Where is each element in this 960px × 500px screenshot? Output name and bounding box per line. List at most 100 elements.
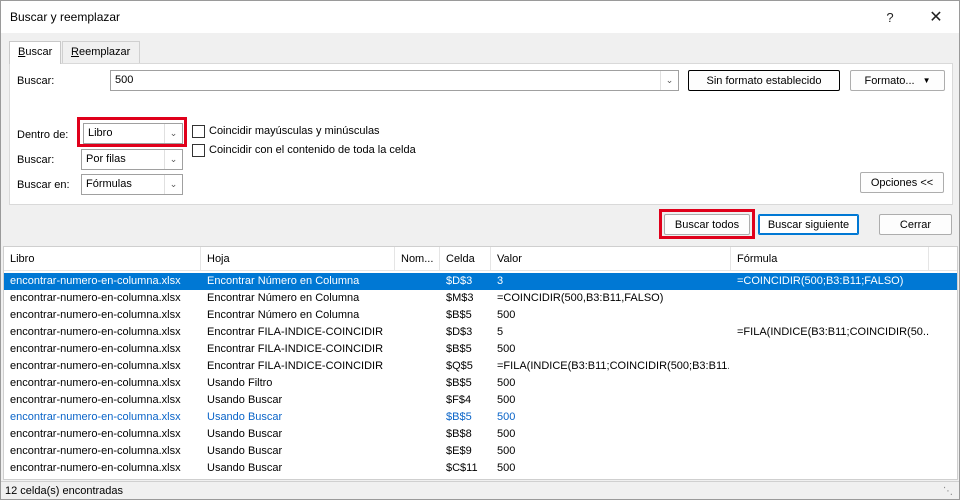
table-cell: 3 — [497, 275, 504, 287]
column-header-formula[interactable]: Fórmula — [731, 247, 929, 271]
search-order-value: Por filas — [86, 153, 126, 165]
table-cell: 500 — [497, 462, 516, 474]
close-window-button[interactable]: ✕ — [913, 1, 959, 33]
table-cell: $M$3 — [446, 292, 474, 304]
table-cell: encontrar-numero-en-columna.xlsx — [10, 462, 181, 474]
table-row[interactable]: encontrar-numero-en-columna.xlsx Usando F… — [4, 375, 957, 392]
search-order-label: Buscar: — [17, 154, 55, 166]
table-cell: 5 — [497, 326, 504, 338]
table-row[interactable]: encontrar-numero-en-columna.xlsx Encontra… — [4, 358, 957, 375]
search-order-select[interactable]: Por filas ⌄ — [81, 149, 183, 170]
table-cell: Encontrar FILA-INDICE-COINCIDIR — [207, 326, 384, 338]
table-cell: 500 — [497, 445, 516, 457]
column-header-nombre[interactable]: Nom... — [395, 247, 440, 271]
table-cell: Encontrar FILA-INDICE-COINCIDIR — [207, 343, 384, 355]
table-cell: encontrar-numero-en-columna.xlsx — [10, 377, 181, 389]
table-cell: encontrar-numero-en-columna.xlsx — [10, 326, 181, 338]
table-cell: encontrar-numero-en-columna.xlsx — [10, 343, 181, 355]
table-cell: =COINCIDIR(500,B3:B11,FALSO) — [497, 292, 664, 304]
table-cell: Usando Buscar — [207, 445, 283, 457]
close-button[interactable]: Cerrar — [879, 214, 952, 235]
table-row[interactable]: encontrar-numero-en-columna.xlsx Usando B… — [4, 409, 957, 426]
options-label: Opciones << — [870, 176, 934, 189]
column-header-hoja[interactable]: Hoja — [201, 247, 395, 271]
highlight-find-all — [659, 209, 755, 239]
format-label: Formato... — [864, 74, 915, 87]
table-cell: $Q$5 — [446, 360, 473, 372]
table-cell: encontrar-numero-en-columna.xlsx — [10, 394, 181, 406]
options-button[interactable]: Opciones << — [860, 172, 944, 193]
tab-replace-accel: R — [71, 46, 79, 58]
search-input[interactable]: 500 ⌄ — [110, 70, 679, 91]
table-cell: Encontrar FILA-INDICE-COINCIDIR — [207, 360, 384, 372]
dropdown-arrow-icon: ▼ — [922, 76, 931, 85]
resize-grip-icon[interactable]: ⋱ — [943, 486, 953, 497]
search-input-value: 500 — [115, 74, 134, 86]
find-panel: Buscar: 500 ⌄ Sin formato establecido Fo… — [9, 63, 953, 205]
find-replace-dialog: Buscar y reemplazar ? ✕ Buscar Reemplaza… — [0, 0, 960, 500]
help-icon: ? — [886, 9, 894, 25]
tab-replace[interactable]: Reemplazar — [62, 41, 140, 63]
table-cell: 500 — [497, 394, 516, 406]
column-header-libro[interactable]: Libro — [4, 247, 201, 271]
close-icon: ✕ — [929, 9, 943, 26]
chevron-down-icon[interactable]: ⌄ — [660, 71, 678, 90]
table-cell: =FILA(INDICE(B3:B11;COINCIDIR(50... — [737, 326, 929, 338]
table-row[interactable]: encontrar-numero-en-columna.xlsx Usando B… — [4, 443, 957, 460]
table-cell: $C$11 — [446, 462, 478, 474]
match-case-checkbox[interactable] — [192, 125, 205, 138]
tab-replace-label: eemplazar — [78, 46, 131, 58]
table-row[interactable]: encontrar-numero-en-columna.xlsx Encontra… — [4, 307, 957, 324]
table-row[interactable]: encontrar-numero-en-columna.xlsx Encontra… — [4, 273, 957, 290]
table-row[interactable]: encontrar-numero-en-columna.xlsx Encontra… — [4, 290, 957, 307]
table-cell: 500 — [497, 377, 516, 389]
table-cell: 500 — [497, 309, 516, 321]
table-cell: encontrar-numero-en-columna.xlsx — [10, 360, 181, 372]
no-format-label: Sin formato establecido — [706, 74, 822, 87]
help-button[interactable]: ? — [867, 1, 913, 33]
table-cell: =FILA(INDICE(B3:B11;COINCIDIR(500;B3:B11… — [497, 360, 729, 372]
table-cell: 500 — [497, 343, 516, 355]
chevron-down-icon[interactable]: ⌄ — [164, 150, 182, 169]
table-cell: encontrar-numero-en-columna.xlsx — [10, 445, 181, 457]
chevron-down-icon[interactable]: ⌄ — [164, 175, 182, 194]
close-label: Cerrar — [899, 218, 932, 231]
match-entire-checkbox[interactable] — [192, 144, 205, 157]
table-cell: Encontrar Número en Columna — [207, 309, 360, 321]
table-row[interactable]: encontrar-numero-en-columna.xlsx Usando B… — [4, 460, 957, 477]
column-header-valor[interactable]: Valor — [491, 247, 731, 271]
lookin-select[interactable]: Fórmulas ⌄ — [81, 174, 183, 195]
table-cell: Usando Filtro — [207, 377, 273, 389]
table-cell: $F$4 — [446, 394, 472, 406]
match-case-label: Coincidir mayúsculas y minúsculas — [209, 125, 380, 137]
lookin-label: Buscar en: — [17, 179, 70, 191]
table-cell: $B$5 — [446, 411, 472, 423]
match-entire-label: Coincidir con el contenido de toda la ce… — [209, 144, 416, 156]
lookin-value: Fórmulas — [86, 178, 132, 190]
tab-find[interactable]: Buscar — [9, 41, 61, 64]
table-cell: $D$3 — [446, 326, 473, 338]
table-row[interactable]: encontrar-numero-en-columna.xlsx Usando B… — [4, 426, 957, 443]
table-cell: $B$5 — [446, 309, 472, 321]
table-cell: Encontrar Número en Columna — [207, 275, 360, 287]
tab-find-label: uscar — [25, 46, 53, 58]
no-format-button[interactable]: Sin formato establecido — [688, 70, 840, 91]
column-header-celda[interactable]: Celda — [440, 247, 491, 271]
find-next-label: Buscar siguiente — [767, 218, 850, 231]
table-cell: Usando Buscar — [207, 428, 283, 440]
within-label: Dentro de: — [17, 129, 69, 141]
window-title: Buscar y reemplazar — [10, 10, 121, 24]
status-text: 12 celda(s) encontradas — [5, 485, 124, 497]
table-cell: Usando Buscar — [207, 411, 283, 423]
table-cell: $D$3 — [446, 275, 473, 287]
table-row[interactable]: encontrar-numero-en-columna.xlsx Encontra… — [4, 341, 957, 358]
format-button[interactable]: Formato... ▼ — [850, 70, 945, 91]
table-cell: Usando Buscar — [207, 394, 283, 406]
table-row[interactable]: encontrar-numero-en-columna.xlsx Encontra… — [4, 324, 957, 341]
status-bar: 12 celda(s) encontradas ⋱ — [1, 481, 959, 499]
table-cell: $B$8 — [446, 428, 472, 440]
find-next-button[interactable]: Buscar siguiente — [758, 214, 859, 235]
table-cell: =COINCIDIR(500;B3:B11;FALSO) — [737, 275, 904, 287]
results-list[interactable]: Libro Hoja Nom... Celda Valor Fórmula en… — [3, 246, 958, 480]
table-row[interactable]: encontrar-numero-en-columna.xlsx Usando B… — [4, 392, 957, 409]
